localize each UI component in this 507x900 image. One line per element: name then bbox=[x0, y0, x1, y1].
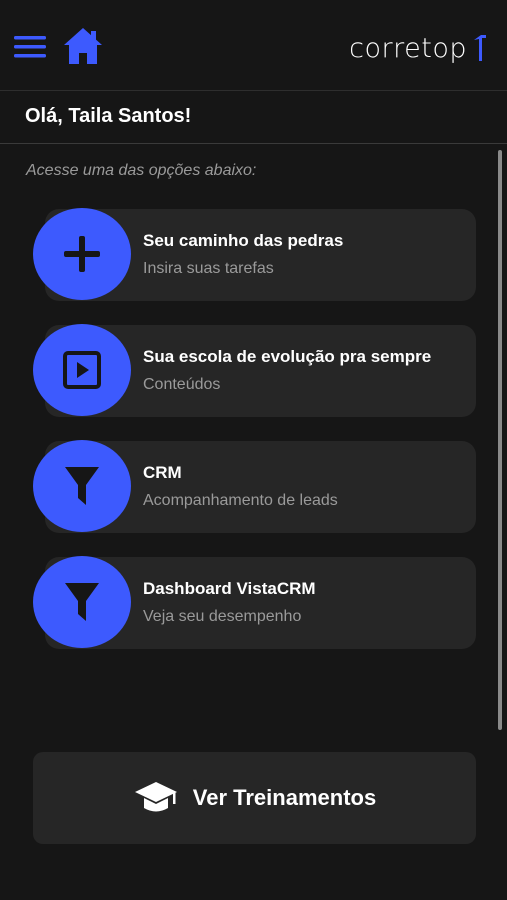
logo-mark-icon bbox=[474, 35, 486, 61]
hamburger-menu-icon bbox=[14, 36, 46, 58]
top-bar: corretop bbox=[0, 0, 507, 91]
card-title: Sua escola de evolução pra sempre bbox=[143, 347, 432, 366]
greeting-text: Olá, Taila Santos! bbox=[25, 105, 192, 127]
card-icon-circle bbox=[33, 208, 131, 300]
card-title: Seu caminho das pedras bbox=[143, 231, 344, 250]
filter-icon bbox=[65, 583, 99, 621]
card-description: Veja seu desempenho bbox=[143, 608, 302, 625]
option-card-escola-de-evolucao[interactable]: Sua escola de evolução pra sempre Conteú… bbox=[33, 324, 476, 417]
scrollbar[interactable] bbox=[498, 150, 502, 730]
card-icon-circle bbox=[33, 324, 131, 416]
card-title: CRM bbox=[143, 463, 182, 482]
graduation-cap-icon bbox=[134, 782, 177, 812]
filter-icon bbox=[65, 467, 99, 505]
plus-icon bbox=[64, 236, 100, 272]
option-card-crm[interactable]: CRM Acompanhamento de leads bbox=[33, 440, 476, 533]
card-title: Dashboard VistaCRM bbox=[143, 579, 316, 598]
greeting-bar: Olá, Taila Santos! bbox=[0, 91, 507, 144]
home-icon bbox=[64, 28, 102, 64]
card-description: Acompanhamento de leads bbox=[143, 492, 338, 509]
options-subtitle: Acesse uma das opções abaixo: bbox=[26, 162, 257, 179]
card-description: Conteúdos bbox=[143, 376, 221, 393]
brand-logo: corretop bbox=[349, 30, 487, 66]
card-description: Insira suas tarefas bbox=[143, 260, 274, 277]
logo-text: corretop bbox=[349, 32, 467, 64]
option-card-caminho-das-pedras[interactable]: Seu caminho das pedras Insira suas taref… bbox=[33, 208, 476, 301]
card-icon-circle bbox=[33, 556, 131, 648]
card-icon-circle bbox=[33, 440, 131, 532]
ver-treinamentos-button[interactable]: Ver Treinamentos bbox=[33, 752, 476, 844]
option-card-dashboard-vistacrm[interactable]: Dashboard VistaCRM Veja seu desempenho bbox=[33, 556, 476, 649]
menu-button[interactable] bbox=[14, 34, 48, 60]
play-square-icon bbox=[63, 351, 101, 389]
home-button[interactable] bbox=[62, 26, 104, 66]
ver-treinamentos-label: Ver Treinamentos bbox=[192, 785, 377, 810]
